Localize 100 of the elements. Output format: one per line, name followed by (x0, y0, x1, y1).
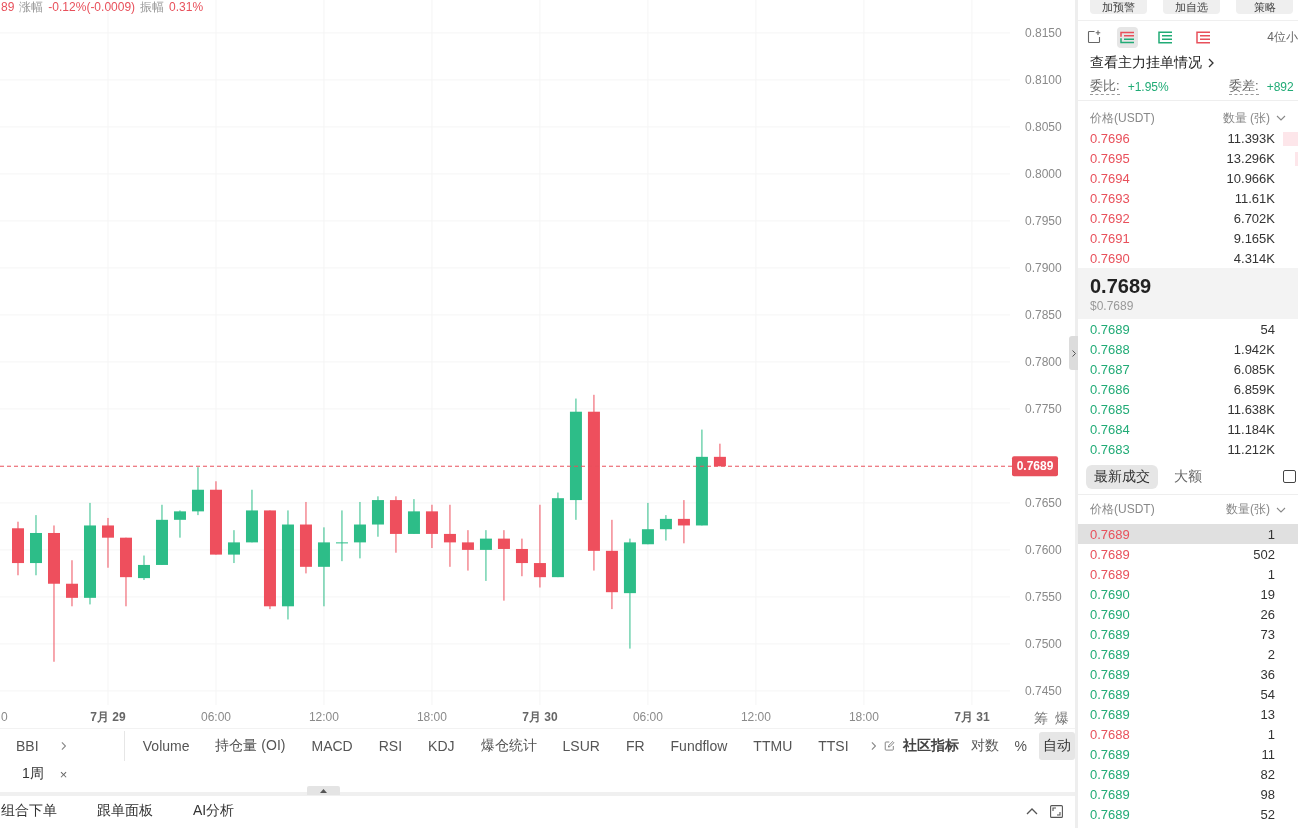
panel-tab[interactable]: 组合下单 (1, 802, 57, 820)
action-button[interactable]: 策略 (1236, 0, 1293, 14)
indicator-tab[interactable]: FR (625, 737, 645, 754)
expand-icon[interactable] (1050, 804, 1063, 818)
trade-row[interactable]: 0.7689 1 (1078, 524, 1298, 544)
indicator-tab[interactable]: 爆仓统计 (480, 736, 537, 755)
panel-tab[interactable]: AI分析 (193, 802, 235, 820)
column-header: 价格(USDT) (1090, 109, 1155, 127)
candle (461, 529, 474, 572)
chevron-right-icon[interactable] (870, 740, 876, 751)
trade-amount: 36 (1260, 666, 1275, 682)
panel-resize-handle[interactable] (307, 786, 340, 795)
order-book-view-toggle[interactable] (1117, 26, 1138, 48)
trade-price: 0.7689 (1090, 526, 1130, 542)
action-button[interactable]: 加自选 (1163, 0, 1220, 14)
legend-label: 振幅 (140, 0, 165, 14)
trade-amount: 19 (1260, 586, 1275, 602)
triangle-up-icon (320, 788, 327, 793)
trade-amount: 26 (1260, 606, 1275, 622)
indicator-tab[interactable]: TTSI (818, 737, 849, 754)
time-axis-label: 06:00 (200, 710, 231, 724)
lines-icon (1158, 30, 1173, 44)
ask-amount: 13.296K (1226, 150, 1275, 166)
chevron-up-icon[interactable] (1026, 807, 1038, 815)
trade-price: 0.7690 (1090, 586, 1130, 602)
price-axis-label: 0.7600 (1025, 542, 1062, 557)
ask-price: 0.7690 (1090, 250, 1130, 266)
chevron-right-icon[interactable] (60, 740, 66, 751)
action-button[interactable]: 加预警 (1090, 0, 1147, 14)
edit-icon[interactable] (883, 739, 895, 752)
price-axis-label: 0.7750 (1025, 401, 1062, 416)
price-axis-label: 0.8100 (1025, 72, 1062, 87)
candle (174, 509, 186, 539)
price-axis-label: 0.7500 (1025, 636, 1062, 651)
trade-amount: 1 (1267, 566, 1275, 582)
splitter-handle[interactable] (1069, 336, 1078, 370)
candle (353, 501, 366, 559)
bid-price: 0.7686 (1090, 381, 1130, 397)
indicator-tab[interactable]: 持仓量 (OI) (215, 736, 286, 755)
chart-tool-button[interactable]: 筹 (1034, 709, 1048, 727)
trade-amount: 82 (1260, 766, 1275, 782)
trades-tab[interactable]: 大额 (1166, 464, 1210, 489)
indicator-tab[interactable]: LSUR (562, 737, 600, 754)
bid-price: 0.7687 (1090, 361, 1130, 377)
candle (246, 489, 258, 543)
filter-checkbox[interactable] (1283, 470, 1296, 483)
legend-label: 涨幅 (19, 0, 44, 14)
chevron-down-icon (1276, 506, 1286, 513)
time-axis-label: 7月 30 (522, 710, 558, 724)
panel-tab[interactable]: 跟单面板 (97, 802, 153, 820)
indicator-tab[interactable]: MACD (311, 737, 353, 754)
chevron-down-icon (1276, 115, 1286, 121)
ask-price: 0.7692 (1090, 210, 1130, 226)
lines-icon (1196, 30, 1211, 44)
candle (138, 555, 150, 581)
bid-amount: 11.638K (1227, 401, 1275, 417)
main-orders-link[interactable]: 查看主力挂单情况 (1090, 54, 1214, 72)
scale-option[interactable]: 对数 (966, 731, 1003, 760)
trade-amount: 2 (1267, 646, 1275, 662)
trade-amount: 54 (1260, 686, 1275, 702)
bid-price: 0.7685 (1090, 401, 1130, 417)
ask-amount: 9.165K (1233, 230, 1275, 246)
trade-price: 0.7689 (1090, 626, 1130, 642)
indicator-tab[interactable]: Volume (142, 737, 190, 754)
indicator-tab[interactable]: RSI (378, 737, 403, 754)
trade-price: 0.7689 (1090, 546, 1130, 562)
last-price: 0.7689 (1090, 273, 1153, 298)
scale-option[interactable]: 自动 (1039, 731, 1075, 760)
scale-option[interactable]: % (1010, 731, 1031, 760)
candle (479, 529, 492, 582)
trades-tab[interactable]: 最新成交 (1086, 464, 1158, 489)
indicator-tab[interactable]: TTMU (753, 737, 793, 754)
ask-amount: 10.966K (1226, 170, 1275, 186)
column-header-dropdown[interactable]: 数量 (张) (1222, 109, 1286, 127)
indicator-tab[interactable]: Fundflow (670, 737, 728, 754)
trade-price: 0.7690 (1090, 606, 1130, 622)
trade-amount: 98 (1260, 786, 1275, 802)
price-axis-label: 0.7850 (1025, 307, 1062, 322)
price-axis-label: 0.7800 (1025, 354, 1062, 369)
ask-price: 0.7694 (1090, 170, 1130, 186)
indicator-tab[interactable]: KDJ (428, 737, 455, 754)
precision-selector[interactable]: 4位小 (1267, 28, 1298, 46)
delta-label: 委差: (1229, 78, 1259, 95)
trade-amount: 11 (1261, 746, 1275, 762)
interval-tag[interactable]: 1周 (22, 765, 44, 783)
ratio-value: +1.95% (1127, 79, 1169, 94)
chevron-right-icon (1208, 58, 1214, 68)
trade-price: 0.7689 (1090, 806, 1130, 822)
column-header-dropdown[interactable]: 数量(张) (1226, 501, 1286, 518)
trade-amount: 73 (1260, 626, 1275, 642)
square-plus-icon[interactable] (1087, 30, 1101, 44)
indicator-tab[interactable]: BBI (16, 737, 39, 754)
close-button[interactable]: × (59, 766, 68, 782)
chart-tool-button[interactable]: 爆 (1055, 709, 1069, 727)
time-axis-label: 7月 29 (90, 710, 126, 724)
community-indicators-button[interactable]: 社区指标 (902, 736, 959, 755)
bid-amount: 54 (1260, 321, 1275, 337)
trade-amount: 52 (1260, 806, 1275, 822)
price-axis-label: 0.8050 (1025, 119, 1062, 134)
candle (66, 559, 78, 607)
